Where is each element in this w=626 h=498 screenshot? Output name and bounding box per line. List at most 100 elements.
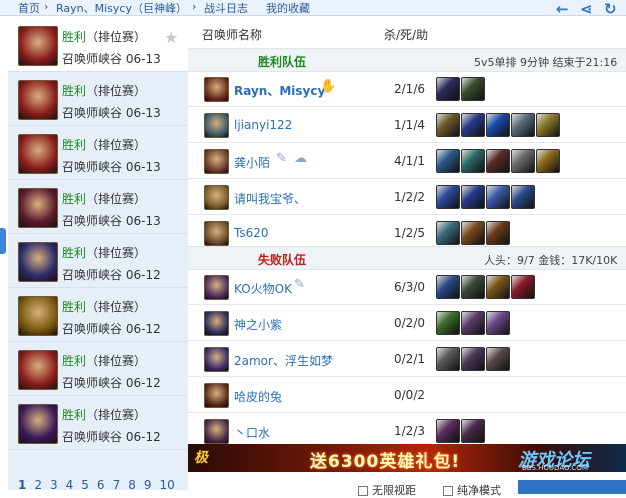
item-icon[interactable] (461, 149, 485, 173)
match-list-item[interactable]: 胜利（排位赛） 召唤师峡谷 06-13 (8, 182, 188, 234)
player-name[interactable]: 丶口水 (234, 424, 270, 441)
player-kda: 1/1/4 (394, 118, 425, 132)
player-row[interactable]: 龚小陌 4/1/1 ✎ ☁ (188, 145, 626, 179)
item-icon[interactable] (436, 221, 460, 245)
match-map-date: 召唤师峡谷 06-12 (62, 322, 161, 336)
item-icon[interactable] (461, 347, 485, 371)
player-name[interactable]: 龚小陌 (234, 154, 270, 171)
item-icon[interactable] (511, 149, 535, 173)
player-row[interactable]: 2amor、浮生如梦 0/2/1 (188, 343, 626, 377)
item-icon[interactable] (511, 275, 535, 299)
item-icon[interactable] (486, 347, 510, 371)
champion-avatar (18, 242, 58, 282)
item-icon[interactable] (461, 185, 485, 209)
player-kda: 1/2/2 (394, 190, 425, 204)
item-icon[interactable] (436, 419, 460, 443)
item-icon[interactable] (486, 275, 510, 299)
match-result: 胜利（排位赛） (62, 138, 147, 152)
refresh-icon[interactable]: ↻ (604, 0, 617, 15)
unlimited-view-label: 无限视距 (372, 484, 416, 497)
champion-avatar (204, 185, 229, 210)
ad-banner[interactable]: 极 送6300英雄礼包! 游戏论坛 BBS.HOUDAO.COM (188, 444, 626, 472)
item-icon[interactable] (436, 149, 460, 173)
player-name[interactable]: 2amor、浮生如梦 (234, 352, 333, 369)
item-icon[interactable] (486, 221, 510, 245)
match-map-date: 召唤师峡谷 06-13 (62, 52, 161, 66)
player-name[interactable]: 哈皮的兔 (234, 388, 282, 405)
champion-avatar (18, 26, 58, 66)
item-icon[interactable] (486, 113, 510, 137)
item-icon[interactable] (436, 185, 460, 209)
champion-avatar (204, 311, 229, 336)
match-info: 5v5单排 9分钟 结束于21:16 (474, 56, 618, 69)
match-result: 胜利（排位赛） (62, 408, 147, 422)
player-kda: 6/3/0 (394, 280, 425, 294)
player-name[interactable]: ljianyi122 (234, 118, 292, 132)
lose-team-title: 失败队伍 (258, 253, 307, 267)
player-row[interactable]: KO火物OK 6/3/0 ✎ (188, 271, 626, 305)
player-kda: 0/2/1 (394, 352, 425, 366)
player-kda: 1/2/5 (394, 226, 425, 240)
champion-avatar (204, 113, 229, 138)
player-name[interactable]: 神之小紫 (234, 316, 282, 333)
match-list-item[interactable]: 胜利（排位赛） 召唤师峡谷 06-12 (8, 398, 188, 450)
item-icon[interactable] (461, 221, 485, 245)
player-kda: 1/2/3 (394, 424, 425, 438)
match-list-item[interactable]: 胜利（排位赛） 召唤师峡谷 06-13 (8, 128, 188, 180)
champion-avatar (18, 188, 58, 228)
nav-favorites-link[interactable]: 我的收藏 (266, 0, 310, 15)
player-name[interactable]: KO火物OK (234, 280, 292, 297)
item-icon[interactable] (511, 113, 535, 137)
item-icon[interactable] (461, 311, 485, 335)
player-row[interactable]: Rayn、Misycy 2/1/6 ✋ (188, 73, 626, 107)
item-icon[interactable] (536, 113, 560, 137)
nav-home-link[interactable]: 首页 (18, 0, 40, 15)
side-expand-tab[interactable] (0, 228, 6, 254)
champion-avatar (18, 134, 58, 174)
item-icon[interactable] (511, 185, 535, 209)
item-icon[interactable] (436, 311, 460, 335)
match-list-item[interactable]: 胜利（排位赛） 召唤师峡谷 06-12 (8, 290, 188, 342)
feather-badge-icon: ✎ (276, 151, 287, 166)
watch-replay-button[interactable] (518, 480, 626, 494)
item-icon[interactable] (436, 275, 460, 299)
champion-avatar (204, 77, 229, 102)
match-list-item[interactable]: 胜利（排位赛） 召唤师峡谷 06-13 (8, 74, 188, 126)
nav-player-link[interactable]: Rayn、Misycy（巨神峰） (56, 0, 187, 15)
player-row[interactable]: ljianyi122 1/1/4 (188, 109, 626, 143)
item-icon[interactable] (436, 113, 460, 137)
match-list-item[interactable]: 胜利（排位赛） 召唤师峡谷 06-12 (8, 236, 188, 288)
item-icon[interactable] (461, 419, 485, 443)
match-result: 胜利（排位赛） (62, 192, 147, 206)
pure-mode-checkbox[interactable] (443, 486, 453, 496)
star-icon[interactable]: ★ (164, 28, 178, 47)
item-icon[interactable] (486, 149, 510, 173)
player-name[interactable]: Rayn、Misycy (234, 82, 325, 99)
player-row[interactable]: 请叫我宝爷、 1/2/2 (188, 181, 626, 215)
top-nav-bar: 首页 › Rayn、Misycy（巨神峰） › 战斗日志 我的收藏 ← ⋖ ↻ (0, 0, 626, 16)
item-icon[interactable] (436, 347, 460, 371)
champion-avatar (18, 350, 58, 390)
unlimited-view-checkbox[interactable] (358, 486, 368, 496)
item-icon[interactable] (436, 77, 460, 101)
nav-battle-log-link[interactable]: 战斗日志 (204, 0, 248, 15)
item-icon[interactable] (461, 275, 485, 299)
item-icon[interactable] (461, 77, 485, 101)
banner-text: 送6300英雄礼包! (310, 452, 461, 472)
share-icon[interactable]: ⋖ (580, 0, 593, 15)
player-name[interactable]: 请叫我宝爷、 (234, 190, 306, 207)
match-result: 胜利（排位赛） (62, 300, 147, 314)
player-row[interactable]: 神之小紫 0/2/0 (188, 307, 626, 341)
champion-avatar (18, 296, 58, 336)
match-map-date: 召唤师峡谷 06-13 (62, 214, 161, 228)
item-icon[interactable] (536, 149, 560, 173)
item-icon[interactable] (486, 185, 510, 209)
match-list-item[interactable]: 胜利（排位赛） 召唤师峡谷 06-12 (8, 344, 188, 396)
player-name[interactable]: Ts620 (234, 226, 269, 240)
match-result: 胜利（排位赛） (62, 354, 147, 368)
match-list-item[interactable]: 胜利（排位赛） 召唤师峡谷 06-13 ★ (8, 20, 188, 72)
item-icon[interactable] (461, 113, 485, 137)
arrow-left-icon[interactable]: ← (556, 0, 569, 15)
item-icon[interactable] (486, 311, 510, 335)
player-row[interactable]: 哈皮的兔 0/0/2 (188, 379, 626, 413)
